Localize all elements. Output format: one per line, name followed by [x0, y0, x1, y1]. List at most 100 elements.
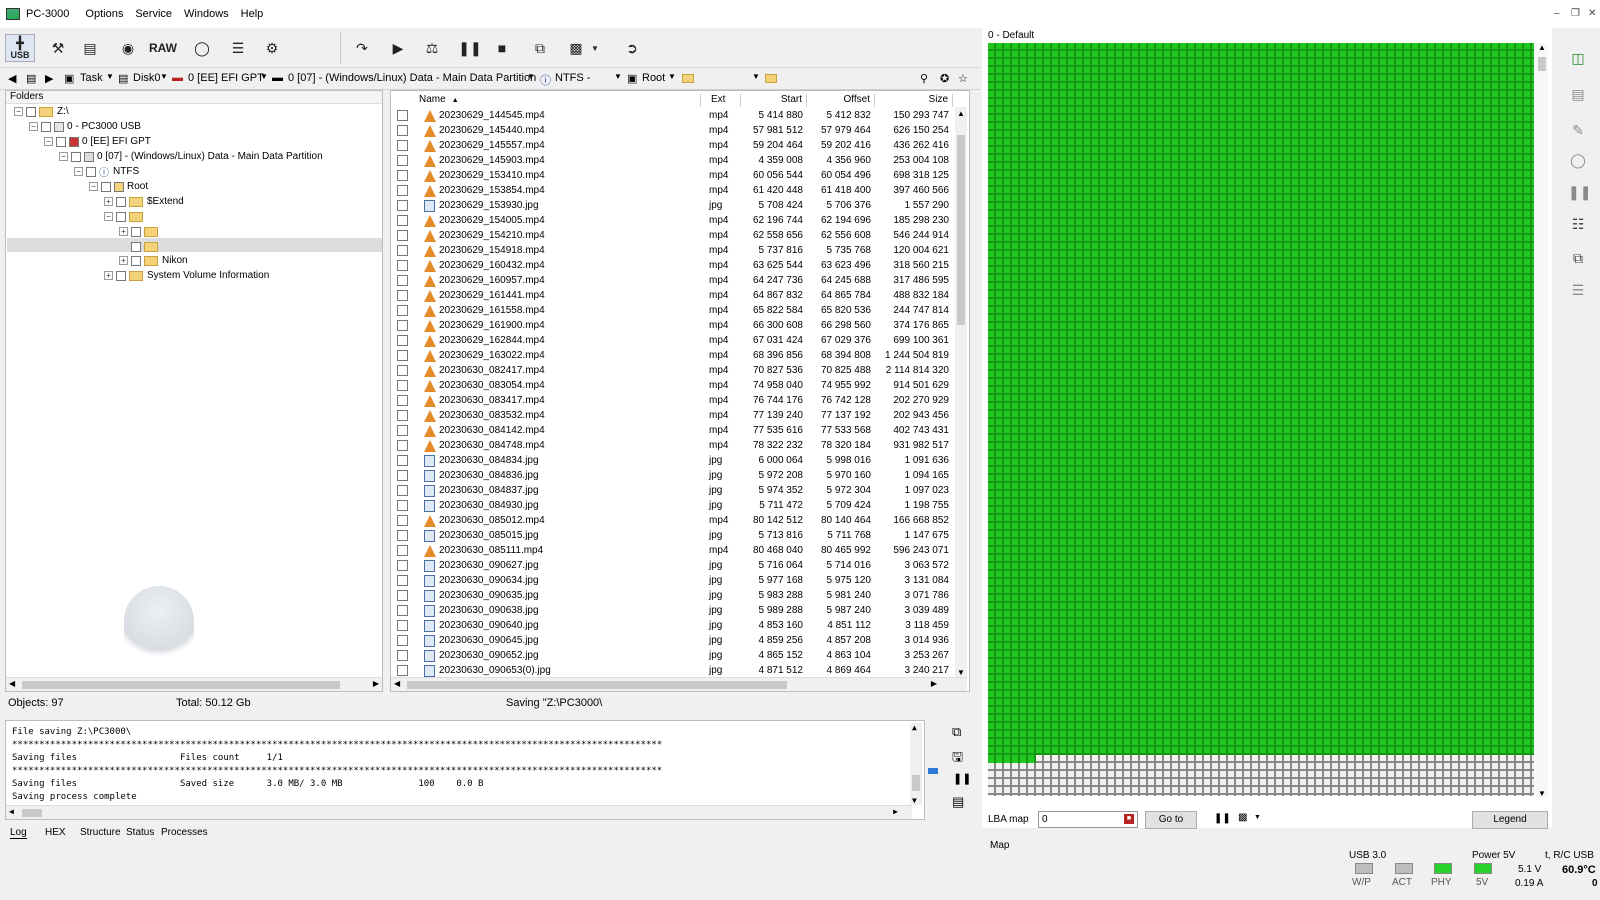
pause-icon[interactable]: ❚❚: [456, 34, 484, 62]
tab-processes[interactable]: Processes: [161, 827, 208, 838]
file-row[interactable]: 20230630_085012.mp4 mp4 80 142 512 80 140 4…: [391, 513, 953, 528]
scroll-down-icon[interactable]: ▼: [957, 668, 965, 677]
file-row[interactable]: 20230629_161441.mp4 mp4 64 867 832 64 865 7…: [391, 288, 953, 303]
log-hscrollbar[interactable]: ◀ ▶: [6, 805, 912, 819]
checkbox[interactable]: [86, 166, 96, 177]
folder-icon[interactable]: [765, 74, 777, 83]
tree-node[interactable]: + Nikon: [119, 253, 188, 268]
exit-icon[interactable]: ➲: [618, 34, 646, 62]
checkbox[interactable]: [131, 241, 141, 252]
file-row[interactable]: 20230630_085111.mp4 mp4 80 468 040 80 465 9…: [391, 543, 953, 558]
file-row[interactable]: 20230629_145440.mp4 mp4 57 981 512 57 979 4…: [391, 123, 953, 138]
chevron-down-icon[interactable]: ▼: [106, 72, 114, 81]
column-header-start[interactable]: Start: [741, 94, 807, 107]
file-row[interactable]: 20230630_090635.jpg jpg 5 983 288 5 981 240…: [391, 588, 953, 603]
copy-side-icon[interactable]: ⧉: [1568, 250, 1588, 270]
scroll-left-icon[interactable]: ◀: [9, 679, 15, 688]
file-row[interactable]: 20230629_145557.mp4 mp4 59 204 464 59 202 4…: [391, 138, 953, 153]
chart-icon[interactable]: ☷: [1568, 216, 1588, 236]
collapse-icon[interactable]: −: [104, 212, 113, 221]
chevron-down-icon[interactable]: ▼: [527, 72, 535, 81]
fs-dropdown[interactable]: NTFS -: [555, 72, 590, 84]
export-log-icon[interactable]: ▤: [952, 794, 964, 810]
scroll-thumb[interactable]: [1538, 57, 1546, 71]
tree-node[interactable]: − 0 [07] - (Windows/Linux) Data - Main Da…: [59, 149, 323, 164]
export-icon[interactable]: ↷: [348, 34, 376, 62]
menu-options[interactable]: Options: [79, 8, 129, 20]
tree-node[interactable]: −: [104, 209, 147, 224]
files-hscrollbar[interactable]: ◀ ▶: [391, 677, 967, 691]
file-checkbox[interactable]: [397, 545, 408, 556]
scroll-up-icon[interactable]: ▲: [957, 109, 965, 118]
checkbox[interactable]: [116, 196, 126, 207]
checkbox[interactable]: [101, 181, 111, 192]
file-row[interactable]: 20230629_154210.mp4 mp4 62 558 656 62 556 6…: [391, 228, 953, 243]
file-checkbox[interactable]: [397, 380, 408, 391]
back-icon[interactable]: ◀: [8, 72, 16, 85]
star-icon[interactable]: ☆: [958, 72, 968, 85]
expand-icon[interactable]: +: [104, 197, 113, 206]
file-row[interactable]: 20230630_085015.jpg jpg 5 713 816 5 711 768…: [391, 528, 953, 543]
expand-icon[interactable]: +: [119, 227, 128, 236]
file-row[interactable]: 20230629_145903.mp4 mp4 4 359 008 4 356 960…: [391, 153, 953, 168]
sector-map-grid[interactable]: [988, 43, 1534, 796]
scroll-down-icon[interactable]: ▼: [1538, 789, 1546, 798]
file-checkbox[interactable]: [397, 290, 408, 301]
scroll-right-icon[interactable]: ▶: [893, 807, 898, 816]
partition-dropdown[interactable]: 0 [07] - (Windows/Linux) Data - Main Dat…: [288, 72, 536, 84]
file-checkbox[interactable]: [397, 320, 408, 331]
file-row[interactable]: 20230630_084142.mp4 mp4 77 535 616 77 533 5…: [391, 423, 953, 438]
legend-button[interactable]: Legend: [1472, 811, 1548, 829]
collapse-icon[interactable]: −: [74, 167, 83, 176]
scroll-thumb[interactable]: [407, 681, 787, 689]
clear-lba-icon[interactable]: ■: [1124, 814, 1134, 824]
checkbox[interactable]: [41, 121, 51, 132]
file-checkbox[interactable]: [397, 350, 408, 361]
column-header-offset[interactable]: Offset: [807, 94, 875, 107]
expand-icon[interactable]: +: [104, 271, 113, 280]
checkbox[interactable]: [116, 211, 126, 222]
file-row[interactable]: 20230629_163022.mp4 mp4 68 396 856 68 394 8…: [391, 348, 953, 363]
folders-hscrollbar[interactable]: ◀ ▶: [6, 677, 382, 691]
tree-view-icon[interactable]: ☰: [224, 34, 252, 62]
search-icon[interactable]: ⚲: [920, 72, 928, 85]
file-row[interactable]: 20230630_084930.jpg jpg 5 711 472 5 709 424…: [391, 498, 953, 513]
file-row[interactable]: 20230630_084748.mp4 mp4 78 322 232 78 320 1…: [391, 438, 953, 453]
files-vscrollbar[interactable]: ▲ ▼: [955, 107, 967, 679]
file-checkbox[interactable]: [397, 455, 408, 466]
checkbox[interactable]: [26, 106, 36, 117]
file-checkbox[interactable]: [397, 335, 408, 346]
file-checkbox[interactable]: [397, 140, 408, 151]
file-row[interactable]: 20230629_160957.mp4 mp4 64 247 736 64 245 6…: [391, 273, 953, 288]
file-row[interactable]: 20230630_090653(0).jpg jpg 4 871 512 4 869 …: [391, 663, 953, 678]
file-row[interactable]: 20230630_083532.mp4 mp4 77 139 240 77 137 1…: [391, 408, 953, 423]
file-checkbox[interactable]: [397, 635, 408, 646]
file-row[interactable]: 20230629_153410.mp4 mp4 60 056 544 60 054 4…: [391, 168, 953, 183]
file-row[interactable]: 20230629_160432.mp4 mp4 63 625 544 63 623 4…: [391, 258, 953, 273]
tab-status[interactable]: Status: [126, 827, 154, 838]
tab-log[interactable]: Log: [10, 827, 27, 839]
chevron-down-icon[interactable]: ▼: [752, 72, 760, 81]
file-row[interactable]: 20230629_154005.mp4 mp4 62 196 744 62 194 6…: [391, 213, 953, 228]
tree-node[interactable]: − ⓘ NTFS: [74, 164, 139, 179]
tree-node[interactable]: + $Extend: [104, 194, 184, 209]
file-checkbox[interactable]: [397, 110, 408, 121]
stop-icon[interactable]: ■: [488, 34, 516, 62]
copy-icon[interactable]: ⧉: [526, 34, 554, 62]
tree-node[interactable]: − 0 - PC3000 USB: [29, 119, 141, 134]
checkbox[interactable]: [56, 136, 66, 147]
checkbox[interactable]: [116, 270, 126, 281]
file-checkbox[interactable]: [397, 395, 408, 406]
file-row[interactable]: 20230630_090638.jpg jpg 5 989 288 5 987 240…: [391, 603, 953, 618]
collapse-icon[interactable]: −: [44, 137, 53, 146]
tree-node[interactable]: + System Volume Information: [104, 268, 269, 283]
disk-dropdown[interactable]: Disk0: [133, 72, 161, 84]
scroll-down-icon[interactable]: ▼: [912, 796, 917, 805]
tab-map[interactable]: Map: [990, 840, 1009, 851]
file-checkbox[interactable]: [397, 260, 408, 271]
pause-map-icon[interactable]: ❚❚: [1214, 813, 1231, 824]
file-checkbox[interactable]: [397, 665, 408, 676]
file-checkbox[interactable]: [397, 500, 408, 511]
screen-dropdown-icon[interactable]: ▼: [588, 34, 602, 62]
copy-log-icon[interactable]: ⧉: [952, 724, 961, 740]
